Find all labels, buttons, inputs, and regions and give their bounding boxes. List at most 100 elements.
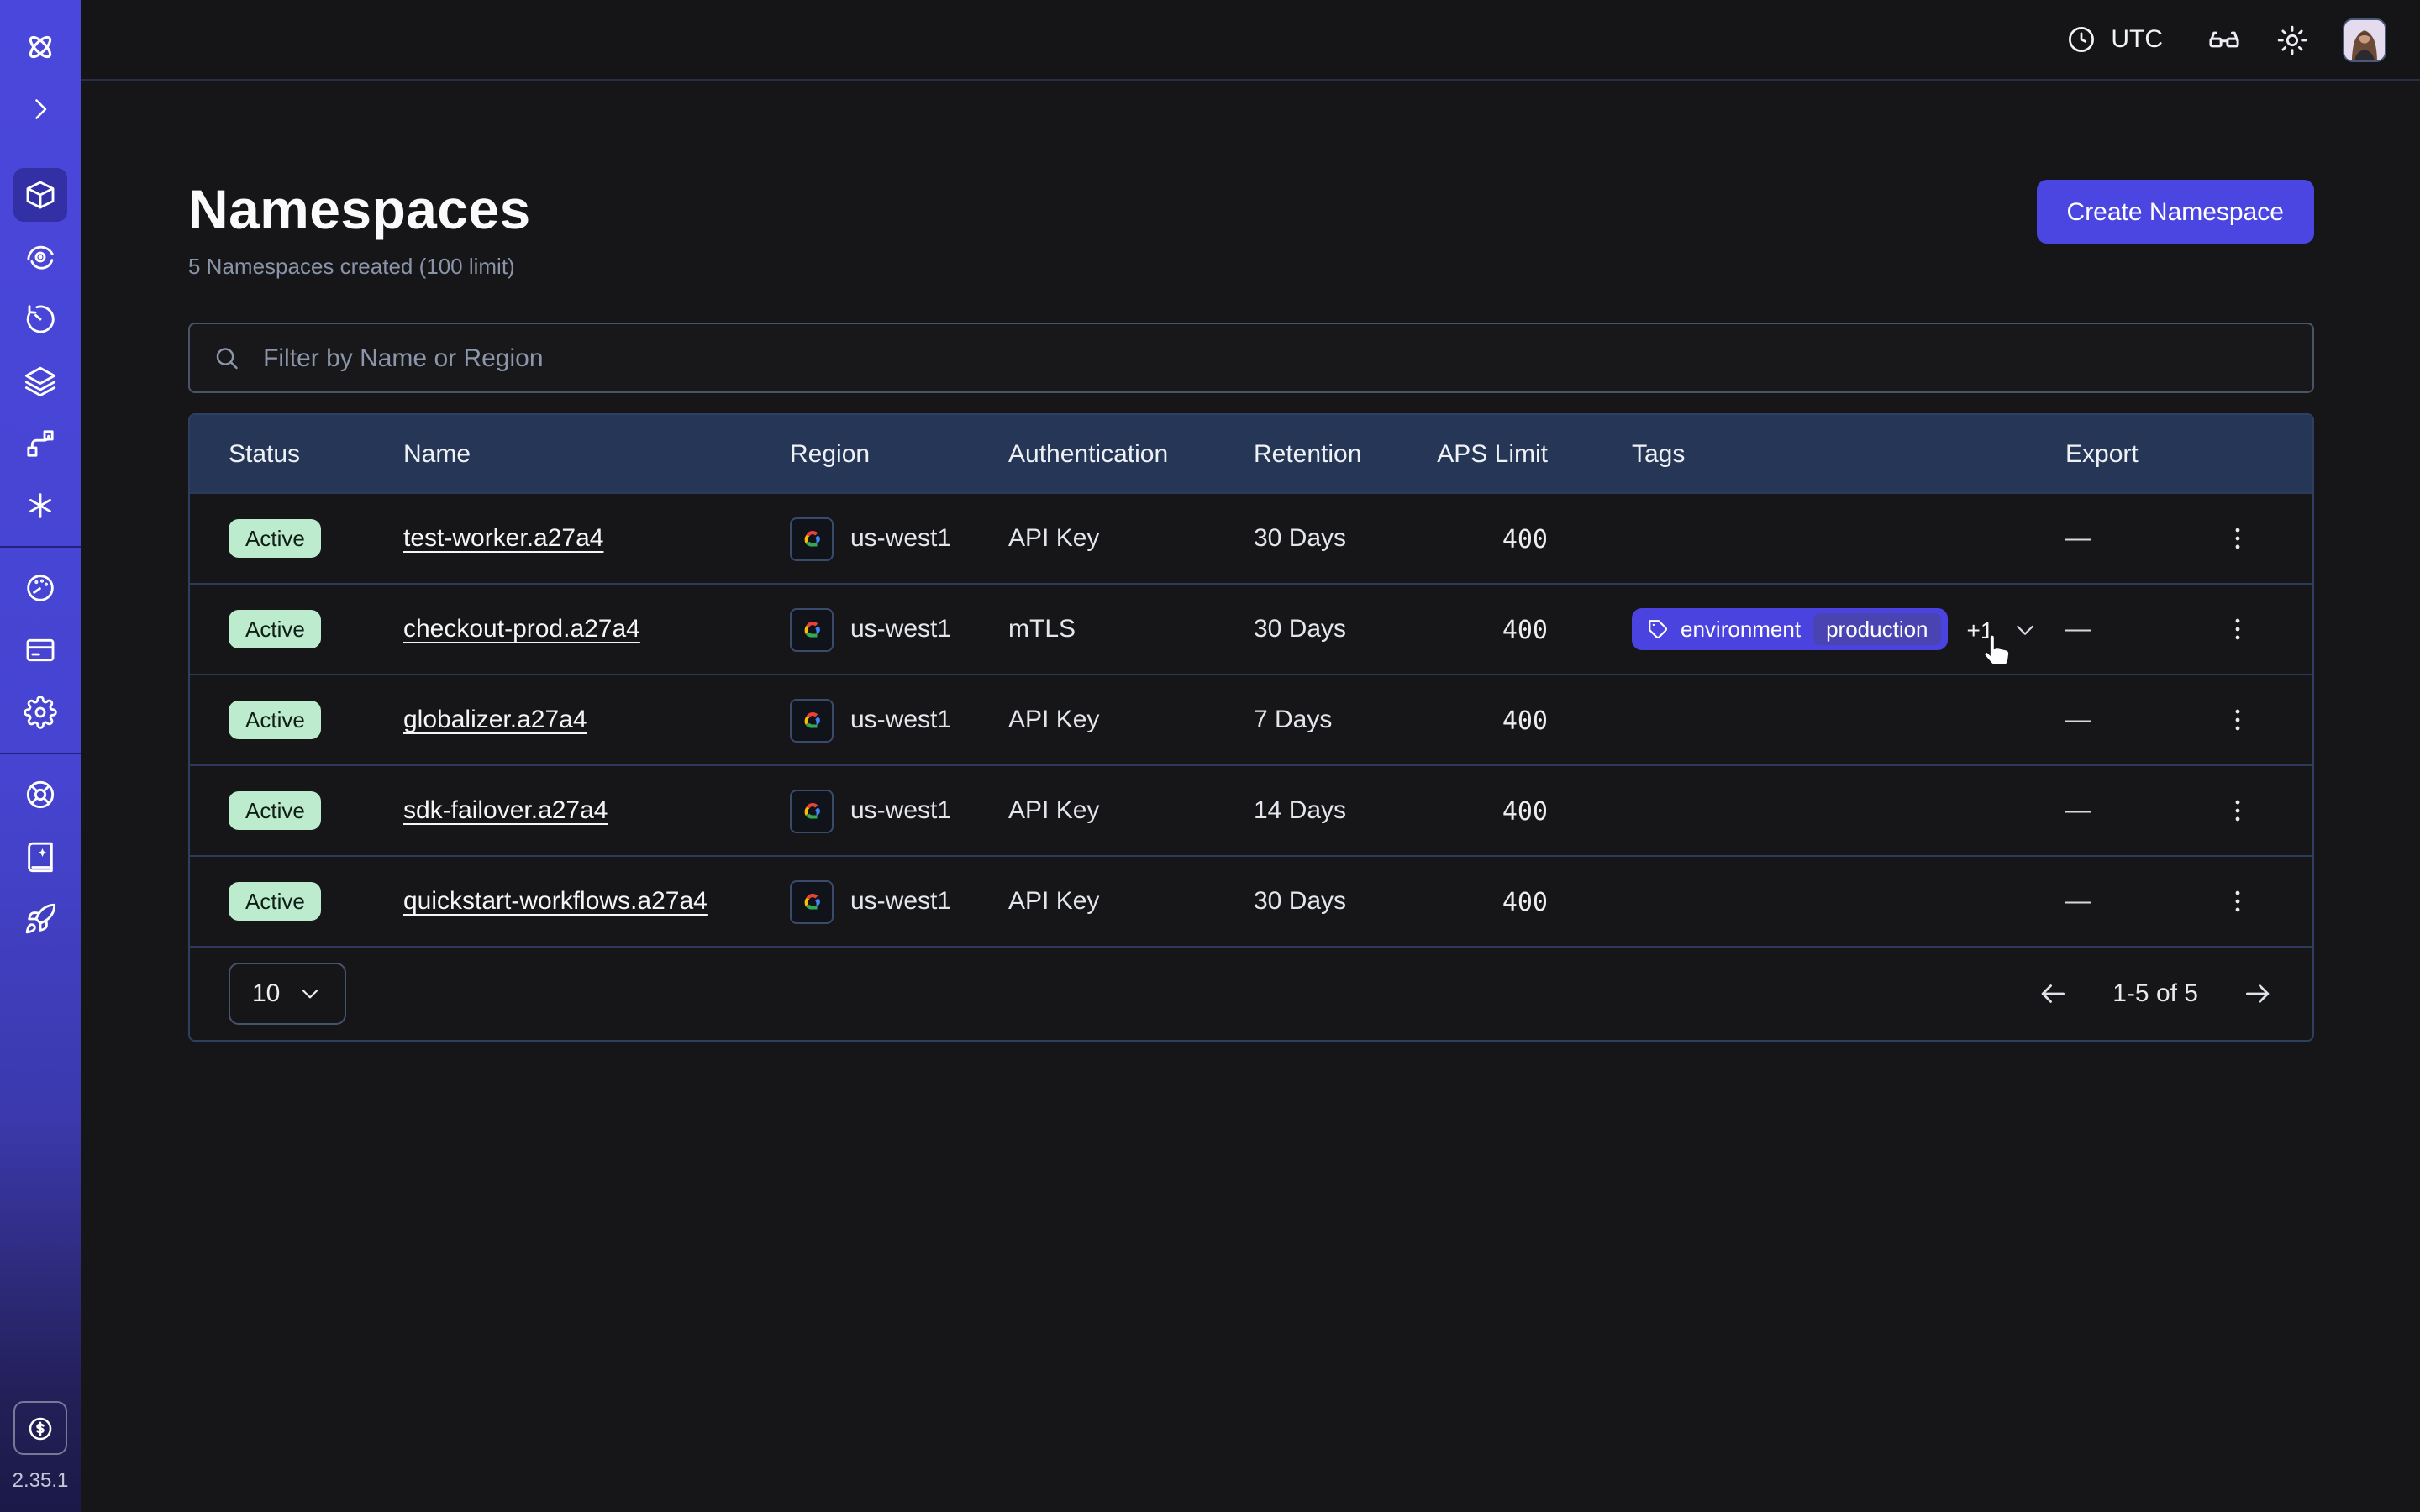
namespaces-table: Status Name Region Authentication Retent… <box>188 413 2314 1042</box>
sidebar-item-getting-started[interactable] <box>13 892 67 946</box>
create-namespace-button[interactable]: Create Namespace <box>2037 180 2314 244</box>
status-badge: Active <box>229 882 322 921</box>
namespace-link[interactable]: globalizer.a27a4 <box>403 706 587 734</box>
tags-cell: environment production +1 <box>1548 608 2065 650</box>
export-cell: — <box>2065 706 2200 734</box>
table-row: Active quickstart-workflows.a27a4 us-wes… <box>190 855 2312 946</box>
region-cell: us-west1 <box>790 698 1008 742</box>
tags-expand-button[interactable] <box>2012 616 2039 643</box>
filter-input[interactable] <box>260 342 2291 374</box>
timezone-label: UTC <box>2111 25 2163 54</box>
namespace-link[interactable]: test-worker.a27a4 <box>403 524 603 553</box>
aps-cell: 400 <box>1502 795 1548 826</box>
region-cell: us-west1 <box>790 517 1008 560</box>
region-cell: us-west1 <box>790 607 1008 651</box>
namespace-link[interactable]: checkout-prod.a27a4 <box>403 615 640 643</box>
table-row: Active globalizer.a27a4 us-west1 API Key <box>190 674 2312 764</box>
retention-cell: 14 Days <box>1254 796 1397 825</box>
dollar-badge-icon[interactable] <box>13 1401 67 1455</box>
rocket-icon <box>24 902 57 936</box>
retention-cell: 30 Days <box>1254 887 1397 916</box>
glasses-icon[interactable] <box>2207 22 2242 57</box>
table-row: Active checkout-prod.a27a4 us-west1 mTLS <box>190 583 2312 674</box>
topbar: UTC <box>81 0 2420 81</box>
branch-icon <box>24 427 57 460</box>
arrow-right-icon <box>2242 978 2274 1010</box>
row-menu-button[interactable] <box>2216 790 2258 832</box>
sidebar-item-namespaces[interactable] <box>13 168 67 222</box>
sidebar-item-settings[interactable] <box>13 685 67 739</box>
sidebar-item-support[interactable] <box>13 768 67 822</box>
export-cell: — <box>2065 796 2200 825</box>
region-cell: us-west1 <box>790 789 1008 832</box>
status-badge: Active <box>229 519 322 558</box>
asterisk-icon <box>24 489 57 522</box>
table-header-row: Status Name Region Authentication Retent… <box>190 415 2312 492</box>
kebab-icon <box>2223 796 2251 825</box>
search-icon <box>212 343 241 373</box>
namespace-link[interactable]: quickstart-workflows.a27a4 <box>403 887 708 916</box>
tag-icon <box>1647 618 1669 640</box>
avatar[interactable] <box>2343 18 2386 61</box>
filter-bar <box>188 323 2314 393</box>
col-region: Region <box>790 439 1008 468</box>
credit-card-icon <box>24 633 57 667</box>
col-aps-limit: APS Limit <box>1437 439 1548 468</box>
tag-chip[interactable]: environment production <box>1632 608 1949 650</box>
table-footer: 10 1-5 of 5 <box>190 946 2312 1040</box>
row-menu-button[interactable] <box>2216 608 2258 650</box>
gcp-logo-icon <box>790 698 834 742</box>
kebab-icon <box>2223 524 2251 553</box>
sidebar-divider <box>0 546 81 548</box>
row-menu-button[interactable] <box>2216 880 2258 922</box>
temporal-logo-icon[interactable] <box>13 20 67 74</box>
region-label: us-west1 <box>850 887 951 916</box>
row-menu-button[interactable] <box>2216 699 2258 741</box>
page-header: Namespaces 5 Namespaces created (100 lim… <box>188 175 2314 279</box>
aps-cell: 400 <box>1502 705 1548 735</box>
sidebar-footer: 2.35.1 <box>13 1401 69 1512</box>
status-badge: Active <box>229 610 322 648</box>
sidebar-item-monitor[interactable] <box>13 230 67 284</box>
row-menu-button[interactable] <box>2216 517 2258 559</box>
sidebar-item-usage[interactable] <box>13 561 67 615</box>
export-cell: — <box>2065 524 2200 553</box>
namespace-link[interactable]: sdk-failover.a27a4 <box>403 796 608 825</box>
timezone-button[interactable]: UTC <box>2055 22 2173 57</box>
sidebar-expand-button[interactable] <box>13 82 67 136</box>
chevron-right-icon <box>25 94 55 124</box>
next-page-button[interactable] <box>2242 978 2274 1010</box>
aps-cell: 400 <box>1502 614 1548 644</box>
eye-swirl-icon <box>24 240 57 274</box>
chevron-down-icon <box>2012 616 2039 643</box>
sun-icon[interactable] <box>2275 23 2309 56</box>
gauge-icon <box>24 571 57 605</box>
aps-cell: 400 <box>1502 886 1548 916</box>
main-content: Namespaces 5 Namespaces created (100 lim… <box>81 81 2420 1042</box>
sidebar-item-schedules[interactable] <box>13 292 67 346</box>
page-title: Namespaces <box>188 175 531 245</box>
sidebar-item-docs[interactable] <box>13 830 67 884</box>
sidebar-divider <box>0 753 81 754</box>
gcp-logo-icon <box>790 517 834 560</box>
kebab-icon <box>2223 706 2251 734</box>
tag-key: environment <box>1681 617 1801 642</box>
prev-page-button[interactable] <box>2037 978 2069 1010</box>
layers-icon <box>24 365 57 398</box>
page-size-select[interactable]: 10 <box>229 963 345 1025</box>
sidebar-item-workflows[interactable] <box>13 417 67 470</box>
pagination-range: 1-5 of 5 <box>2112 979 2198 1008</box>
col-tags: Tags <box>1548 439 2065 468</box>
status-badge: Active <box>229 791 322 830</box>
sidebar-item-billing[interactable] <box>13 623 67 677</box>
page-size-value: 10 <box>252 979 280 1008</box>
col-status: Status <box>229 439 403 468</box>
sidebar-item-nexus[interactable] <box>13 479 67 533</box>
sidebar-item-deployments[interactable] <box>13 354 67 408</box>
aps-cell: 400 <box>1502 523 1548 554</box>
auth-cell: mTLS <box>1008 615 1254 643</box>
table-row: Active sdk-failover.a27a4 us-west1 API K… <box>190 764 2312 855</box>
gear-icon <box>24 696 57 729</box>
book-sparkle-icon <box>24 840 57 874</box>
region-label: us-west1 <box>850 524 951 553</box>
